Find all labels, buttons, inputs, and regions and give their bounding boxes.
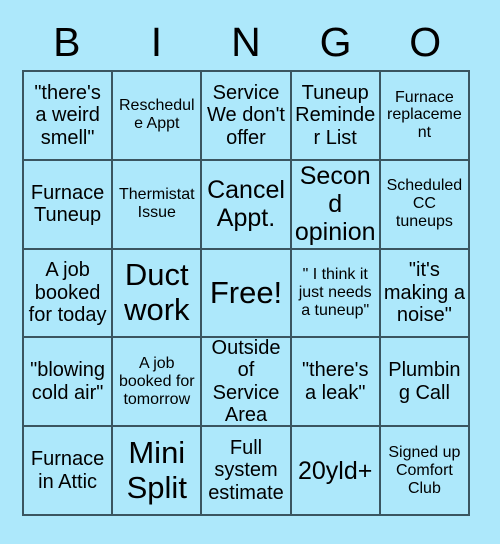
- bingo-cell-label: Furnace in Attic: [30, 448, 105, 493]
- bingo-cell-label: Plumbing Call: [388, 359, 461, 404]
- bingo-cell-label: Furnace Tuneup: [30, 181, 105, 227]
- bingo-cell[interactable]: "there's a leak": [291, 338, 381, 428]
- bingo-cell-label: Duct work: [124, 257, 190, 327]
- bingo-cell[interactable]: Reschedule Appt: [113, 72, 203, 161]
- bingo-cell[interactable]: "blowing cold air": [24, 338, 114, 428]
- bingo-header-letter-i: I: [150, 18, 163, 65]
- bingo-cell-label: Reschedule Appt: [118, 97, 195, 133]
- bingo-header-letter-n: N: [231, 18, 261, 65]
- bingo-cell[interactable]: Cancel Appt.: [202, 160, 292, 250]
- bingo-cell[interactable]: Furnace replacement: [380, 72, 470, 161]
- bingo-cell-label: "there's a leak": [301, 359, 369, 404]
- bingo-cell-label: A job booked for today: [28, 259, 107, 327]
- bingo-cell-label: 20yld+: [298, 456, 373, 485]
- bingo-cell-label: "blowing cold air": [30, 359, 106, 404]
- bingo-cell[interactable]: Duct work: [113, 249, 203, 339]
- bingo-header-letter-g: G: [319, 18, 352, 65]
- bingo-cell-label: Thermistat Issue: [119, 186, 195, 222]
- bingo-header-letter-o: O: [409, 18, 442, 65]
- bingo-grid: "there's a weird smell" Reschedule Appt Se…: [22, 70, 470, 516]
- bingo-cell[interactable]: Scheduled CC tuneups: [380, 160, 470, 250]
- bingo-cell[interactable]: Furnace Tuneup: [24, 160, 114, 250]
- bingo-cell[interactable]: Tuneup Reminder List: [291, 72, 381, 161]
- bingo-cell-label: Signed up Comfort Club: [388, 443, 461, 497]
- bingo-cell-label: Outside of Service Area: [211, 338, 281, 427]
- bingo-cell-label: Tuneup Reminder List: [295, 81, 376, 149]
- bingo-cell[interactable]: 20yld+: [291, 427, 381, 516]
- bingo-cell[interactable]: Service We don't offer: [202, 72, 292, 161]
- bingo-cell-label: Free!: [209, 274, 283, 310]
- bingo-cell[interactable]: Outside of Service Area: [202, 338, 292, 428]
- bingo-cell-label: "there's a weird smell": [34, 81, 101, 149]
- bingo-cell[interactable]: Signed up Comfort Club: [380, 427, 470, 516]
- bingo-cell[interactable]: Plumbing Call: [380, 338, 470, 428]
- bingo-cell-label: Mini Split: [126, 434, 187, 505]
- bingo-cell[interactable]: Full system estimate: [202, 427, 292, 516]
- bingo-card: B I N G O "there's a weird smell" Resched…: [0, 0, 500, 544]
- bingo-cell[interactable]: Furnace in Attic: [24, 427, 114, 516]
- bingo-cell[interactable]: "it's making a noise": [380, 249, 470, 339]
- bingo-cell-label: Full system estimate: [208, 437, 284, 504]
- bingo-cell-label: A job booked for tomorrow: [118, 354, 195, 408]
- bingo-cell[interactable]: Second opinion: [291, 160, 381, 250]
- bingo-cell[interactable]: " I think it just needs a tuneup": [291, 249, 381, 339]
- bingo-header-letter-b: B: [53, 18, 81, 65]
- bingo-cell-label: " I think it just needs a tuneup": [298, 266, 372, 319]
- bingo-cell[interactable]: Thermistat Issue: [113, 160, 203, 250]
- bingo-cell-label: "it's making a noise": [383, 259, 465, 327]
- bingo-cell-label: Furnace replacement: [387, 88, 462, 142]
- bingo-cell[interactable]: Free!: [202, 249, 292, 339]
- bingo-cell-label: Cancel Appt.: [207, 176, 285, 233]
- bingo-cell[interactable]: A job booked for today: [24, 249, 114, 339]
- bingo-cell[interactable]: "there's a weird smell": [24, 72, 114, 161]
- bingo-cell[interactable]: A job booked for tomorrow: [113, 338, 203, 428]
- bingo-header: B I N G O: [22, 14, 470, 70]
- bingo-cell-label: Service We don't offer: [207, 81, 285, 149]
- bingo-cell-label: Scheduled CC tuneups: [386, 177, 463, 231]
- bingo-cell-label: Second opinion: [294, 162, 376, 247]
- bingo-cell[interactable]: Mini Split: [113, 427, 203, 516]
